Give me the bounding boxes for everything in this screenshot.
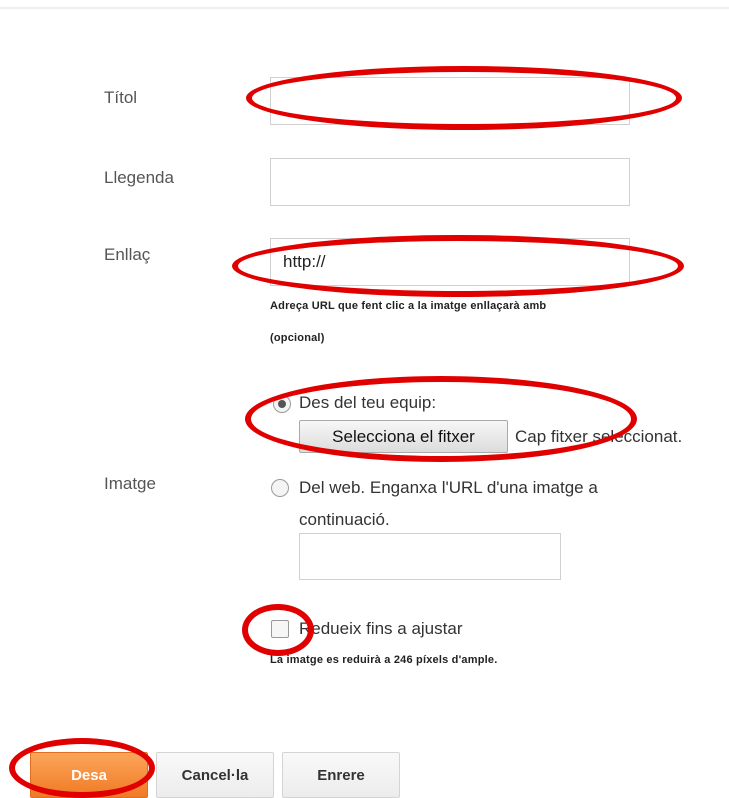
- from-web-label: Del web. Enganxa l'URL d'una imatge a: [299, 478, 598, 497]
- top-divider: [0, 7, 729, 9]
- web-url-input[interactable]: [299, 533, 561, 580]
- save-button[interactable]: Desa: [30, 752, 148, 798]
- link-hint: Adreça URL que fent clic a la imatge enl…: [270, 300, 547, 312]
- cancel-button[interactable]: Cancel·la: [156, 752, 274, 798]
- title-input[interactable]: [270, 77, 630, 125]
- title-label: Títol: [104, 88, 138, 107]
- radio-from-web[interactable]: [271, 479, 289, 497]
- link-label: Enllaç: [104, 245, 151, 264]
- select-file-button-label: Selecciona el fitxer: [332, 426, 475, 446]
- caption-label: Llegenda: [104, 168, 174, 187]
- back-button-label: Enrere: [317, 766, 365, 784]
- save-button-label: Desa: [71, 766, 107, 784]
- shrink-label: Redueix fins a ajustar: [299, 619, 463, 638]
- back-button[interactable]: Enrere: [282, 752, 400, 798]
- caption-input[interactable]: [270, 158, 630, 206]
- cancel-button-label: Cancel·la: [181, 766, 249, 784]
- shrink-checkbox[interactable]: [271, 620, 289, 638]
- shrink-hint: La imatge es reduirà a 246 píxels d'ampl…: [270, 654, 498, 666]
- link-hint-optional: (opcional): [270, 332, 325, 344]
- no-file-text: Cap fitxer seleccionat.: [515, 427, 683, 446]
- select-file-button[interactable]: Selecciona el fitxer: [299, 420, 508, 453]
- from-web-label-cont: continuació.: [299, 510, 390, 529]
- link-input[interactable]: [270, 238, 630, 286]
- from-computer-label: Des del teu equip:: [299, 393, 437, 412]
- radio-from-computer[interactable]: [273, 395, 291, 413]
- image-label: Imatge: [104, 474, 156, 493]
- radio-selected-dot: [278, 400, 286, 408]
